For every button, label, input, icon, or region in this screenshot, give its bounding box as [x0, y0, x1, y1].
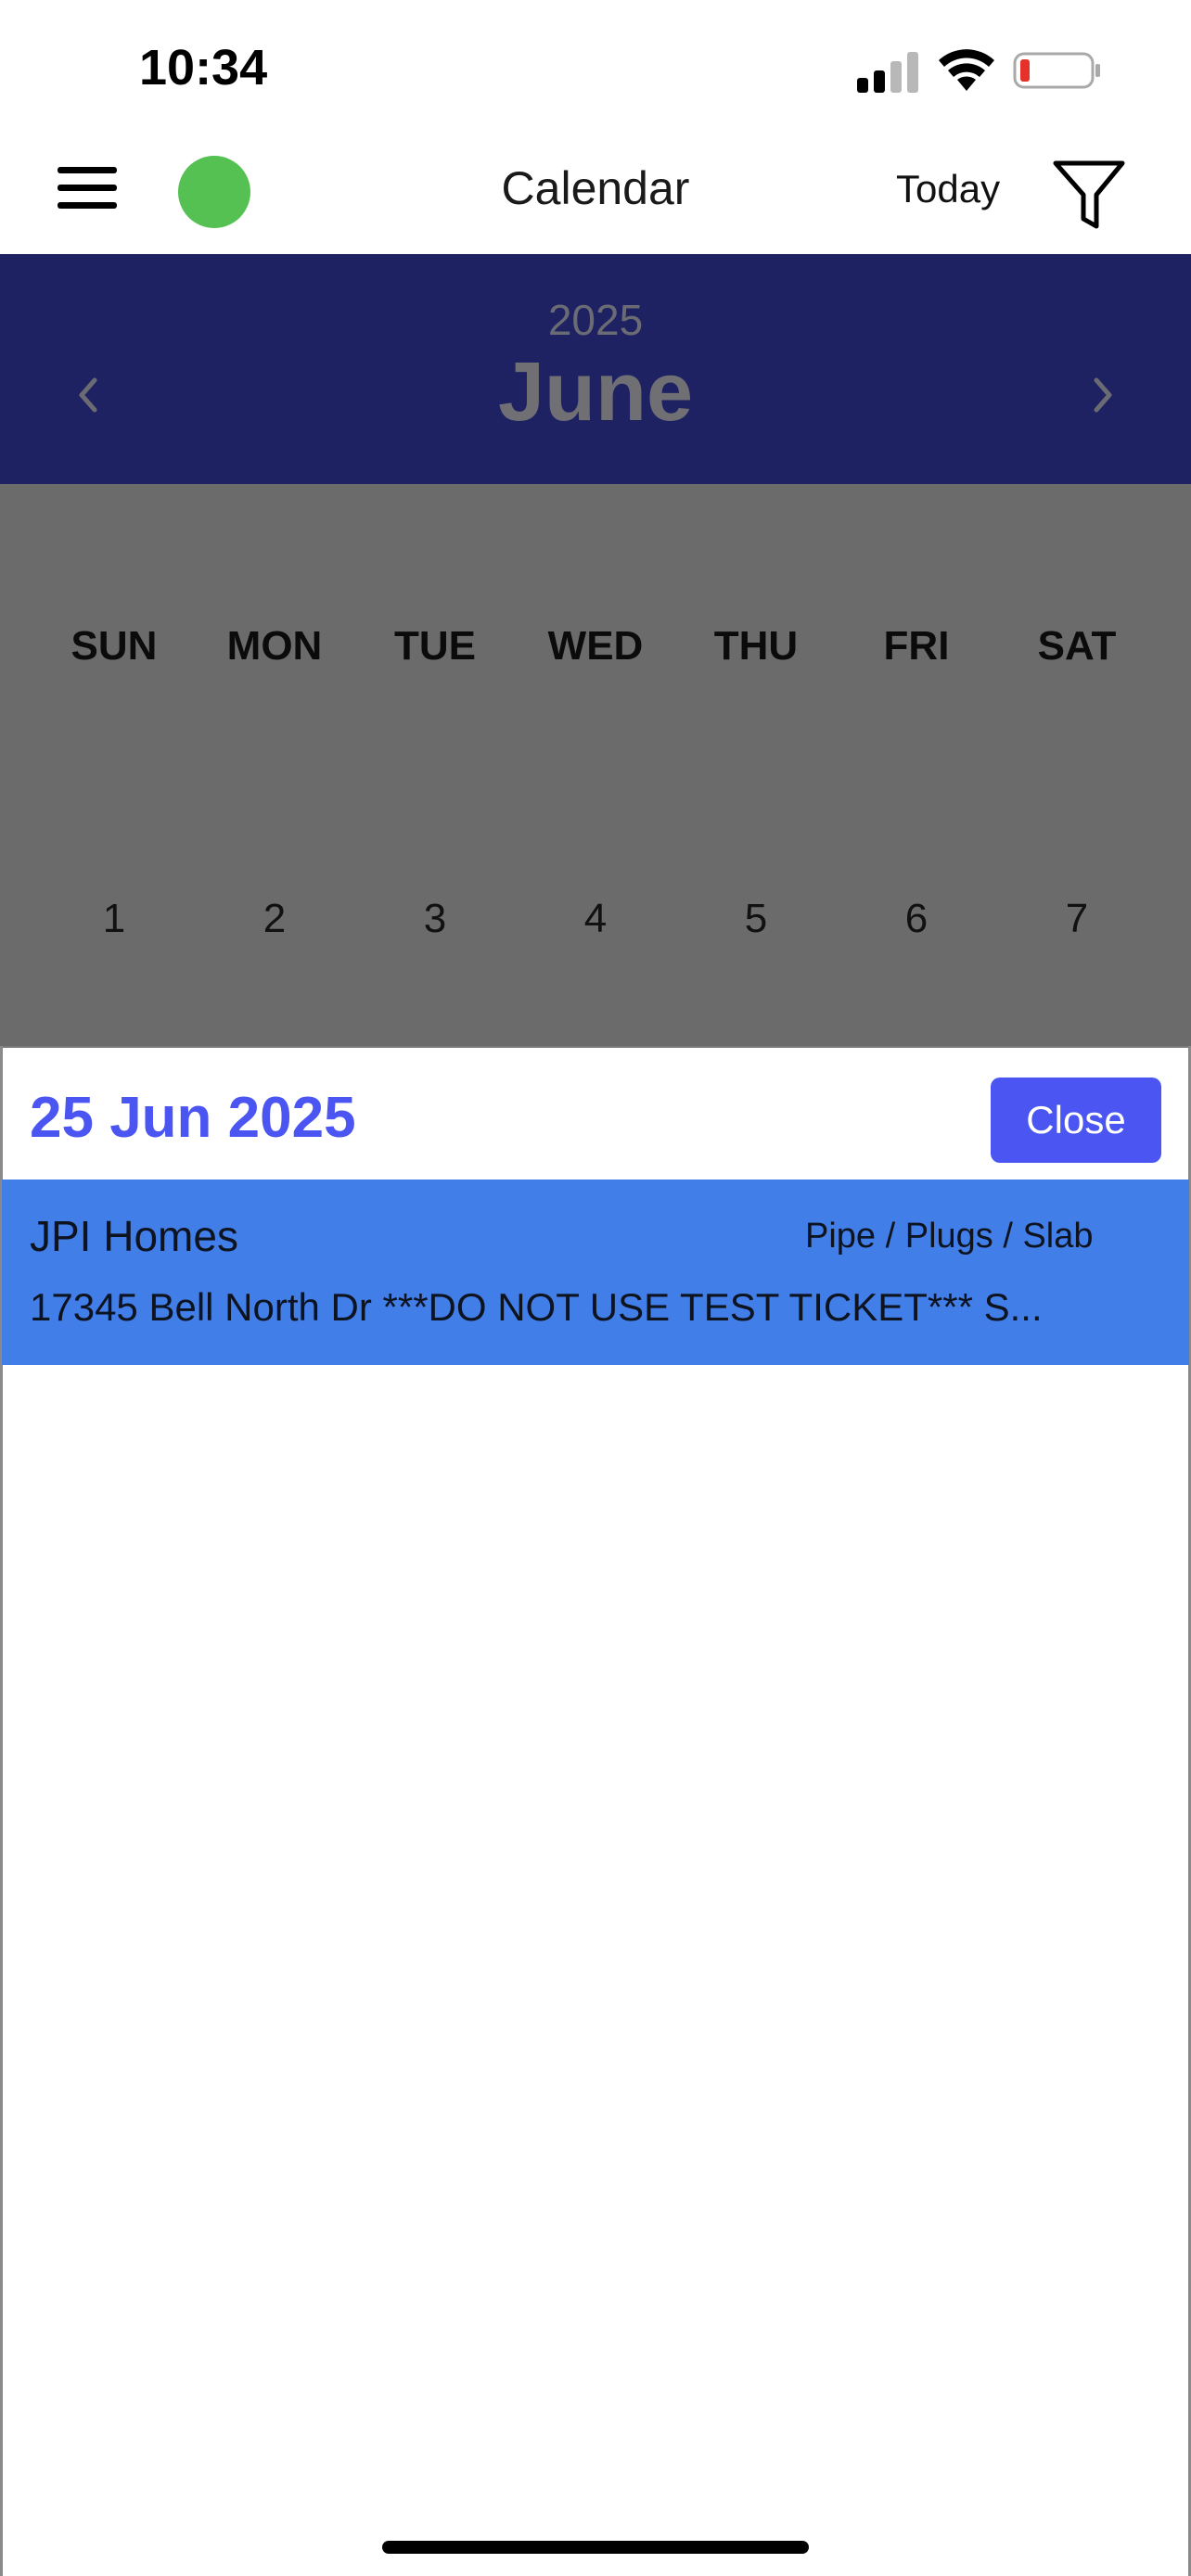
status-time: 10:34 — [139, 40, 268, 96]
event-list-item[interactable] — [2, 1180, 1189, 1365]
weekday-sun: SUN — [70, 623, 158, 669]
calendar-day[interactable]: 2 — [210, 896, 339, 942]
calendar-grid — [0, 484, 1191, 1048]
weekday-thu: THU — [713, 623, 799, 669]
online-status-indicator — [178, 156, 250, 228]
weekday-wed: WED — [547, 623, 644, 669]
selected-date-title: 25 Jun 2025 — [30, 1086, 356, 1150]
weekday-sat: SAT — [1037, 623, 1117, 669]
weekday-tue: TUE — [394, 623, 476, 669]
filter-icon[interactable] — [1052, 158, 1126, 232]
event-category: Pipe / Plugs / Slab — [805, 1217, 1094, 1256]
calendar-day[interactable]: 5 — [691, 896, 821, 942]
battery-icon — [1013, 52, 1100, 89]
close-button[interactable]: Close — [991, 1078, 1161, 1163]
today-button[interactable]: Today — [896, 167, 1000, 211]
month-label: June — [497, 346, 694, 439]
home-indicator — [382, 2541, 809, 2554]
next-month-chevron-icon[interactable] — [1085, 367, 1122, 423]
event-customer: JPI Homes — [30, 1212, 238, 1260]
weekday-mon: MON — [226, 623, 323, 669]
hamburger-menu-icon[interactable] — [58, 165, 117, 211]
weekday-fri: FRI — [883, 623, 950, 669]
event-address: 17345 Bell North Dr ***DO NOT USE TEST T… — [30, 1285, 1043, 1329]
calendar-day[interactable]: 1 — [49, 896, 179, 942]
previous-month-chevron-icon[interactable] — [69, 367, 106, 423]
cellular-signal-icon — [857, 52, 918, 93]
wifi-icon — [939, 49, 994, 91]
calendar-day[interactable]: 4 — [531, 896, 660, 942]
calendar-day[interactable]: 6 — [852, 896, 981, 942]
calendar-day[interactable]: 3 — [370, 896, 500, 942]
year-label: 2025 — [547, 296, 644, 344]
calendar-day[interactable]: 7 — [1012, 896, 1142, 942]
